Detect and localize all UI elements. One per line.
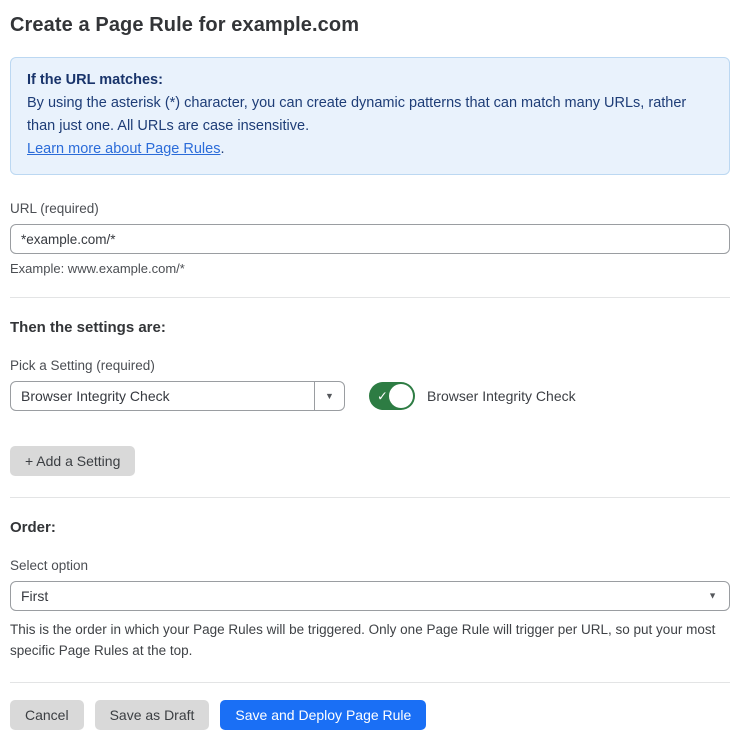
url-field-helper: Example: www.example.com/* — [10, 261, 730, 276]
order-select[interactable]: First ▼ — [10, 581, 730, 611]
save-as-draft-button[interactable]: Save as Draft — [95, 700, 210, 730]
order-helper-text: This is the order in which your Page Rul… — [10, 619, 730, 661]
info-callout-link-row: Learn more about Page Rules. — [27, 138, 713, 161]
url-match-info-callout: If the URL matches: By using the asteris… — [10, 57, 730, 175]
order-select-label: Select option — [10, 558, 730, 573]
section-divider — [10, 497, 730, 498]
save-and-deploy-button[interactable]: Save and Deploy Page Rule — [220, 700, 426, 730]
url-field-label: URL (required) — [10, 201, 730, 216]
browser-integrity-toggle[interactable]: ✓ — [369, 382, 415, 410]
add-setting-button[interactable]: + Add a Setting — [10, 446, 135, 476]
setting-toggle-group: ✓ Browser Integrity Check — [369, 382, 576, 410]
setting-row: Browser Integrity Check ▼ ✓ Browser Inte… — [10, 381, 730, 411]
setting-picker-label: Pick a Setting (required) — [10, 358, 730, 373]
settings-section-heading: Then the settings are: — [10, 319, 730, 336]
cancel-button[interactable]: Cancel — [10, 700, 84, 730]
footer-divider — [10, 682, 730, 683]
page-title: Create a Page Rule for example.com — [10, 14, 730, 37]
footer-button-row: Cancel Save as Draft Save and Deploy Pag… — [10, 700, 730, 730]
learn-more-link[interactable]: Learn more about Page Rules — [27, 141, 220, 157]
setting-picker-select[interactable]: Browser Integrity Check ▼ — [10, 381, 345, 411]
url-input[interactable] — [10, 224, 730, 254]
check-icon: ✓ — [377, 390, 388, 403]
info-callout-heading: If the URL matches: — [27, 69, 713, 92]
chevron-down-icon: ▼ — [325, 392, 334, 401]
link-suffix: . — [220, 141, 224, 157]
toggle-knob — [389, 384, 413, 408]
section-divider — [10, 297, 730, 298]
setting-picker-value: Browser Integrity Check — [11, 388, 314, 404]
info-callout-body: By using the asterisk (*) character, you… — [27, 92, 713, 138]
page-rule-form: Create a Page Rule for example.com If th… — [0, 0, 750, 730]
setting-picker-caret-button[interactable]: ▼ — [314, 382, 344, 410]
order-select-value: First — [11, 588, 729, 604]
order-section-heading: Order: — [10, 519, 730, 536]
chevron-down-icon: ▼ — [708, 592, 717, 601]
toggle-setting-label: Browser Integrity Check — [427, 388, 576, 404]
